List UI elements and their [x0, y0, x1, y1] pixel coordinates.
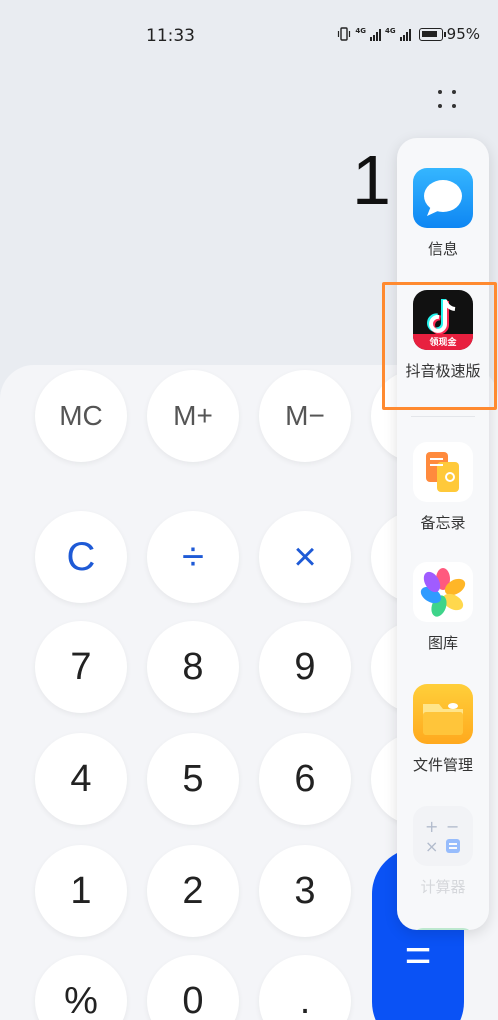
dock-divider [411, 416, 475, 417]
multiply-button[interactable]: × [259, 511, 351, 603]
digit-2-button[interactable]: 2 [147, 845, 239, 937]
m-plus-button[interactable]: M+ [147, 370, 239, 462]
digit-6-button[interactable]: 6 [259, 733, 351, 825]
dock-app-notes[interactable]: 备忘录 [397, 442, 489, 533]
digit-8-button[interactable]: 8 [147, 621, 239, 713]
network-label-2: 4G [385, 27, 396, 35]
digit-5-button[interactable]: 5 [147, 733, 239, 825]
digit-1-button[interactable]: 1 [35, 845, 127, 937]
svg-text:+: + [425, 817, 438, 836]
dock-label-messages: 信息 [427, 240, 458, 258]
battery-icon [418, 27, 446, 41]
digit-9-button[interactable]: 9 [259, 621, 351, 713]
dock-label-files: 文件管理 [412, 756, 473, 774]
highlight-box [382, 282, 497, 410]
clear-button[interactable]: C [35, 511, 127, 603]
dock-label-notes: 备忘录 [420, 514, 466, 532]
more-options-icon[interactable] [434, 87, 460, 111]
status-right: 4G 4G 95% [337, 25, 480, 43]
svg-text:−: − [446, 817, 459, 836]
digit-7-button[interactable]: 7 [35, 621, 127, 713]
signal-icon [370, 28, 382, 41]
side-dock: 信息 领现金 抖音极速版 备忘录 图库 文件管理 + − × 计算器 [397, 138, 489, 930]
gallery-icon [413, 562, 473, 622]
mc-button[interactable]: MC [35, 370, 127, 462]
calculator-display: 1 [352, 141, 391, 219]
network-label-1: 4G [355, 27, 367, 35]
m-minus-button[interactable]: M− [259, 370, 351, 462]
calculator-icon: + − × [413, 806, 473, 866]
vibrate-icon [338, 27, 351, 41]
status-bar: 11:33 4G 4G 95% [0, 0, 498, 72]
messages-icon [413, 168, 473, 228]
notes-icon [413, 442, 473, 502]
signal-icon-2 [399, 28, 411, 41]
files-icon [413, 684, 473, 744]
dock-app-calculator[interactable]: + − × 计算器 [397, 806, 489, 897]
dock-label-calculator: 计算器 [420, 878, 466, 896]
digit-3-button[interactable]: 3 [259, 845, 351, 937]
dock-next-icon-peek [413, 928, 473, 930]
divide-button[interactable]: ÷ [147, 511, 239, 603]
dock-app-files[interactable]: 文件管理 [397, 684, 489, 775]
dock-app-gallery[interactable]: 图库 [397, 562, 489, 653]
battery-percent: 95% [446, 25, 480, 43]
status-icons: 4G 4G [337, 27, 446, 41]
svg-text:×: × [425, 837, 438, 856]
status-time: 11:33 [146, 26, 195, 46]
dock-label-gallery: 图库 [427, 634, 458, 652]
digit-4-button[interactable]: 4 [35, 733, 127, 825]
dock-app-messages[interactable]: 信息 [397, 168, 489, 259]
